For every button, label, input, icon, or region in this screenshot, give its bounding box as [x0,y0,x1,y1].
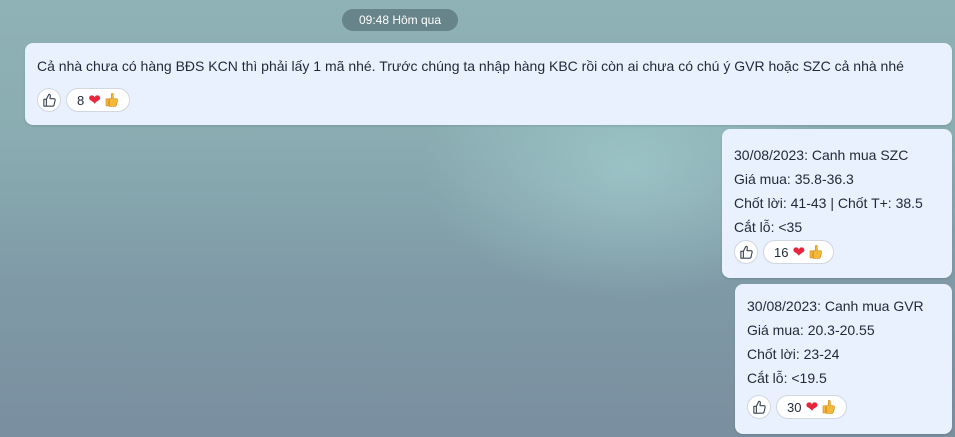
message-bubble[interactable]: Cả nhà chưa có hàng BĐS KCN thì phải lấy… [25,43,952,125]
reaction-count: 16 [774,244,789,260]
message-line: Cắt lỗ: <19.5 [747,370,827,386]
reaction-count: 30 [787,399,802,415]
message-text: Cả nhà chưa có hàng BĐS KCN thì phải lấy… [37,58,904,74]
message-line: 30/08/2023: Canh mua SZC [734,147,909,163]
reaction-row: 30 ❤ [747,395,848,419]
message-line: 30/08/2023: Canh mua GVR [747,298,924,314]
thumbs-up-outline-icon [739,245,753,259]
thumbs-up-outline-icon [752,400,766,414]
message-line: Chốt lời: 23-24 [747,346,840,362]
like-button[interactable] [37,88,61,112]
like-button[interactable] [747,395,771,419]
reaction-summary[interactable]: 30 ❤ [776,395,848,419]
heart-emoji-icon: ❤ [805,398,819,416]
message-line: Cắt lỗ: <35 [734,219,803,235]
heart-emoji-icon: ❤ [88,91,101,109]
message-bubble[interactable]: 30/08/2023: Canh mua GVR Giá mua: 20.3-2… [735,284,952,434]
reaction-row: 8 ❤ [37,88,130,112]
reaction-row: 16 ❤ [734,240,835,264]
reaction-summary[interactable]: 16 ❤ [763,240,835,264]
message-text: 30/08/2023: Canh mua GVR Giá mua: 20.3-2… [747,294,924,390]
heart-emoji-icon: ❤ [792,243,806,261]
reaction-count: 8 [77,92,85,108]
message-line: Giá mua: 20.3-20.55 [747,322,875,338]
thumbs-up-emoji-icon [808,244,824,260]
message-line: Giá mua: 35.8-36.3 [734,171,854,187]
message-text: 30/08/2023: Canh mua SZC Giá mua: 35.8-3… [734,143,923,239]
thumbs-up-emoji-icon [104,92,120,108]
like-button[interactable] [734,240,758,264]
message-line: Chốt lời: 41-43 | Chốt T+: 38.5 [734,195,923,211]
timestamp-divider: 09:48 Hôm qua [342,9,458,31]
reaction-summary[interactable]: 8 ❤ [66,88,130,112]
thumbs-up-outline-icon [42,93,56,107]
message-bubble[interactable]: 30/08/2023: Canh mua SZC Giá mua: 35.8-3… [722,129,952,278]
thumbs-up-emoji-icon [821,399,837,415]
